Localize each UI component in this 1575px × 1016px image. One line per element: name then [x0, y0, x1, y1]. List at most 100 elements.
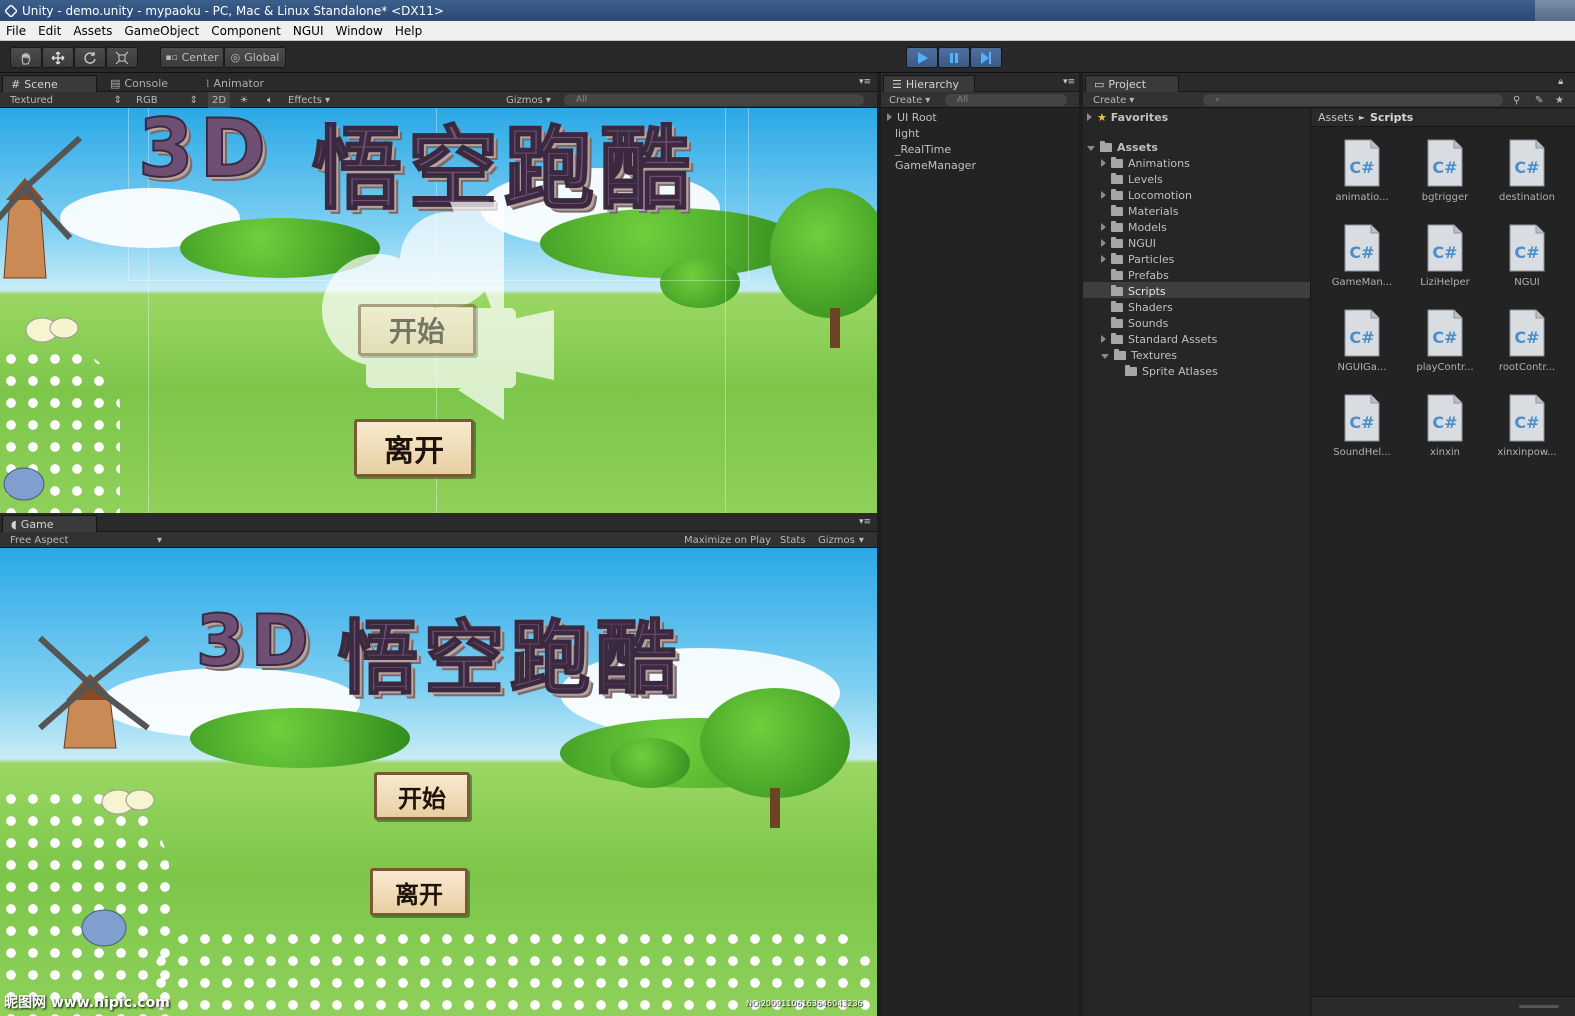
expand-arrow-icon[interactable] [887, 113, 892, 121]
expand-arrow-icon[interactable] [1101, 223, 1106, 231]
script-file[interactable]: C# NGUIGa... [1322, 308, 1402, 373]
color-mode-dropdown[interactable]: RGB ⇕ [136, 92, 198, 108]
script-file[interactable]: C# SoundHel... [1322, 393, 1402, 458]
folder-models[interactable]: Models [1101, 221, 1167, 234]
folder-textures[interactable]: Textures [1101, 349, 1177, 362]
expand-arrow-icon[interactable] [1101, 239, 1106, 247]
move-tool-button[interactable] [42, 47, 74, 68]
stats-toggle[interactable]: Stats [780, 532, 806, 548]
breadcrumb-scripts[interactable]: Scripts [1370, 111, 1413, 124]
menu-ngui[interactable]: NGUI [287, 24, 330, 38]
scene-exit-button[interactable]: 离开 [354, 419, 474, 477]
folder-scripts[interactable]: Scripts [1111, 285, 1166, 298]
hand-tool-button[interactable] [10, 47, 42, 68]
folder-sounds[interactable]: Sounds [1111, 317, 1168, 330]
toggle-2d-button[interactable]: 2D [208, 92, 230, 108]
rotate-tool-button[interactable] [74, 47, 106, 68]
folder-levels[interactable]: Levels [1111, 173, 1163, 186]
folder-animations[interactable]: Animations [1101, 157, 1190, 170]
scene-search-input[interactable]: All [564, 94, 864, 106]
folder-icon [1111, 157, 1123, 168]
tab-console[interactable]: ▤ Console [102, 75, 176, 92]
menu-help[interactable]: Help [389, 24, 428, 38]
menu-gameobject[interactable]: GameObject [118, 24, 205, 38]
script-file[interactable]: C# rootContr... [1487, 308, 1567, 373]
pivot-global-button[interactable]: ◎ Global [224, 47, 286, 68]
scene-start-button[interactable]: 开始 [358, 304, 476, 356]
gizmos-dropdown[interactable]: Gizmos ▾ [506, 92, 551, 108]
script-file[interactable]: C# NGUI [1487, 223, 1567, 288]
game-start-button[interactable]: 开始 [374, 772, 470, 820]
collapse-arrow-icon[interactable] [1087, 146, 1095, 151]
aspect-dropdown[interactable]: Free Aspect ▾ [10, 532, 162, 548]
script-file[interactable]: C# playContr... [1405, 308, 1485, 373]
hierarchy-create-dropdown[interactable]: Create ▾ [889, 92, 930, 108]
folder-particles[interactable]: Particles [1101, 253, 1174, 266]
icon-size-slider[interactable] [1519, 1005, 1559, 1008]
filter-type-icon[interactable]: ⚲ [1513, 92, 1520, 108]
hierarchy-search-input[interactable]: All [945, 94, 1067, 106]
lighting-toggle[interactable]: ☀ [234, 92, 254, 108]
menu-assets[interactable]: Assets [67, 24, 118, 38]
menu-component[interactable]: Component [205, 24, 287, 38]
favorites-item[interactable]: ★ Favorites [1087, 111, 1168, 124]
pause-button[interactable] [938, 47, 970, 68]
breadcrumb-assets[interactable]: Assets [1318, 111, 1354, 124]
tree-trunk [830, 308, 840, 348]
tab-project[interactable]: ▭ Project [1085, 75, 1179, 92]
script-file[interactable]: C# LiziHelper [1405, 223, 1485, 288]
assets-root-item[interactable]: Assets [1087, 141, 1158, 154]
tab-scene[interactable]: # Scene [2, 75, 97, 92]
audio-toggle[interactable]: 🔈︎ [260, 92, 280, 108]
panel-menu-icon[interactable]: ▾≡ [1063, 77, 1075, 87]
expand-arrow-icon[interactable] [1087, 113, 1092, 121]
step-button[interactable] [970, 47, 1002, 68]
folder-prefabs[interactable]: Prefabs [1111, 269, 1169, 282]
tab-hierarchy[interactable]: ☰ Hierarchy [883, 75, 975, 92]
menu-edit[interactable]: Edit [32, 24, 67, 38]
expand-arrow-icon[interactable] [1101, 191, 1106, 199]
hierarchy-item-gamemanager[interactable]: GameManager [895, 159, 976, 172]
pivot-center-button[interactable]: ▪▫ Center [160, 47, 224, 68]
project-search-input[interactable]: ⌕ [1203, 94, 1503, 106]
tab-game[interactable]: ◖ Game [2, 515, 97, 532]
scale-tool-button[interactable] [106, 47, 138, 68]
folder-locomotion[interactable]: Locomotion [1101, 189, 1192, 202]
maximize-on-play-toggle[interactable]: Maximize on Play [684, 532, 771, 548]
script-file[interactable]: C# destination [1487, 138, 1567, 203]
script-file[interactable]: C# animatio... [1322, 138, 1402, 203]
game-viewport[interactable]: 3D 悟空跑酷 开始 离开 昵图网 www.nipic.com NO:20091… [0, 548, 877, 1016]
folder-shaders[interactable]: Shaders [1111, 301, 1173, 314]
menu-window[interactable]: Window [330, 24, 389, 38]
scene-viewport[interactable]: 3D 悟空跑酷 开始 离开 [0, 108, 877, 513]
folder-materials[interactable]: Materials [1111, 205, 1178, 218]
filter-label-icon[interactable]: ✎ [1535, 92, 1543, 108]
folder-standard-assets[interactable]: Standard Assets [1101, 333, 1217, 346]
folder-sprite-atlases[interactable]: Sprite Atlases [1125, 365, 1218, 378]
expand-arrow-icon[interactable] [1101, 159, 1106, 167]
folder-ngui[interactable]: NGUI [1101, 237, 1156, 250]
favorite-star-icon[interactable]: ★ [1555, 92, 1564, 108]
panel-menu-icon[interactable]: ▾≡ [859, 77, 871, 87]
render-mode-dropdown[interactable]: Textured ⇕ [10, 92, 122, 108]
menu-file[interactable]: File [0, 24, 32, 38]
expand-arrow-icon[interactable] [1101, 335, 1106, 343]
tab-animator[interactable]: ⁞ Animator [198, 75, 272, 92]
game-gizmos-dropdown[interactable]: Gizmos ▾ [818, 532, 864, 548]
lock-icon[interactable]: 🔒︎ [1558, 77, 1563, 87]
script-file[interactable]: C# xinxin [1405, 393, 1485, 458]
script-file[interactable]: C# bgtrigger [1405, 138, 1485, 203]
window-controls[interactable] [1535, 0, 1575, 21]
effects-dropdown[interactable]: Effects ▾ [288, 92, 330, 108]
hierarchy-item-light[interactable]: light [895, 127, 919, 140]
collapse-arrow-icon[interactable] [1101, 354, 1109, 359]
hierarchy-item-realtime[interactable]: _RealTime [895, 143, 951, 156]
play-button[interactable] [906, 47, 938, 68]
panel-menu-icon[interactable]: ▾≡ [859, 517, 871, 527]
script-file[interactable]: C# xinxinpow... [1487, 393, 1567, 458]
hierarchy-item-ui-root[interactable]: UI Root [887, 111, 937, 124]
game-exit-button[interactable]: 离开 [370, 868, 468, 916]
script-file[interactable]: C# GameMan... [1322, 223, 1402, 288]
expand-arrow-icon[interactable] [1101, 255, 1106, 263]
project-create-dropdown[interactable]: Create ▾ [1093, 92, 1134, 108]
